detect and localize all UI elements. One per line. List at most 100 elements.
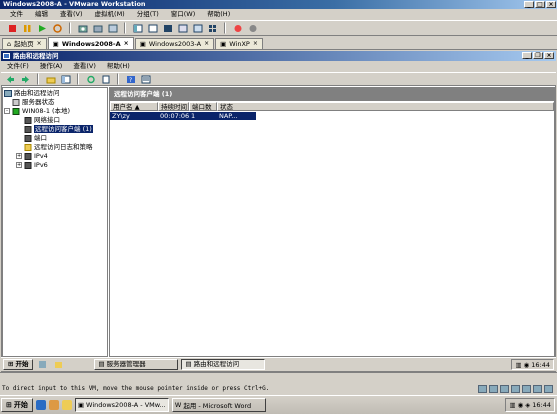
forward-icon[interactable]	[19, 73, 32, 86]
task-server-manager[interactable]: ▤ 服务器管理器	[94, 359, 179, 370]
column-status[interactable]: 状态	[217, 102, 554, 111]
host-clock: 16:44	[532, 401, 551, 409]
sound-device-icon[interactable]	[533, 385, 542, 393]
rras-window-title: 路由和远程访问	[13, 52, 59, 60]
minimize-button[interactable]: _	[524, 1, 534, 8]
thumbnail-view-icon[interactable]	[206, 22, 219, 35]
tab-home[interactable]: ⌂ 起始页 ×	[2, 38, 47, 49]
floppy-device-icon[interactable]	[500, 385, 509, 393]
security-tray-icon[interactable]: ◈	[525, 401, 530, 409]
close-button[interactable]: ×	[546, 1, 556, 8]
guest-close-button[interactable]: ×	[544, 52, 554, 59]
volume-tray-icon[interactable]: ◉	[518, 401, 524, 409]
column-ports[interactable]: 端口数	[189, 102, 217, 111]
maximize-button[interactable]: □	[535, 1, 545, 8]
unity-icon[interactable]	[176, 22, 189, 35]
export-list-icon[interactable]	[99, 73, 112, 86]
quick-launch-ie-icon[interactable]	[35, 400, 46, 410]
tab-windows2008-a[interactable]: ▣ Windows2008-A ×	[47, 37, 134, 49]
column-username[interactable]: 用户名 ▲	[110, 102, 158, 111]
menu-view[interactable]: 查看(V)	[60, 9, 83, 20]
quick-launch-media-icon[interactable]	[48, 400, 59, 410]
expand-toggle[interactable]: +	[16, 153, 22, 159]
guest-taskbar: ⊞ 开始 ▤ 服务器管理器 ▤ 路由和远程访问 ▥ ◉ 16:44	[1, 357, 556, 371]
network-device-icon[interactable]	[511, 385, 520, 393]
host-taskbar: ⊞ 开始 ▣ Windows2008-A - VMw... W 起用 - Mic…	[0, 395, 557, 414]
host-task-vmware[interactable]: ▣ Windows2008-A - VMw...	[74, 398, 169, 412]
menu-team[interactable]: 分组(T)	[137, 9, 159, 20]
tree-item-ipv6[interactable]: + IPv6	[16, 161, 48, 169]
menu-file[interactable]: 文件	[10, 9, 23, 20]
full-screen-icon[interactable]	[161, 22, 174, 35]
tree-item-ipv4[interactable]: + IPv4	[16, 152, 48, 160]
help-icon[interactable]: ?	[124, 73, 137, 86]
menu-view[interactable]: 查看(V)	[73, 61, 96, 72]
power-on-icon[interactable]	[36, 22, 49, 35]
quick-launch-server-manager-icon[interactable]	[36, 358, 49, 371]
table-row[interactable]: ZY\zy 00:07:06 1 NAP...	[110, 112, 256, 120]
guest-clock: 16:44	[531, 360, 550, 369]
tab-close-icon[interactable]: ×	[204, 39, 209, 49]
hdd-device-icon[interactable]	[478, 385, 487, 393]
tab-windows2003-a[interactable]: ▣ Windows2003-A ×	[134, 38, 215, 49]
tree-item-label: 端口	[34, 134, 47, 142]
tab-close-icon[interactable]: ×	[253, 39, 258, 49]
tree-item-server-status[interactable]: 服务器状态	[12, 98, 55, 106]
vmware-icon: ▣	[77, 401, 85, 409]
tab-winxp[interactable]: ▣ WinXP ×	[215, 38, 263, 49]
console-view-icon[interactable]	[191, 22, 204, 35]
ports-icon	[24, 134, 32, 142]
guest-minimize-button[interactable]: _	[522, 52, 532, 59]
host-start-button[interactable]: ⊞ 开始	[1, 398, 33, 412]
menu-vm[interactable]: 虚拟机(M)	[95, 9, 125, 20]
collapse-toggle[interactable]: -	[4, 108, 10, 114]
tree-item-win08-1[interactable]: - WIN08-1 (本地)	[4, 107, 70, 115]
message-log-icon[interactable]	[544, 385, 553, 393]
usb-device-icon[interactable]	[522, 385, 531, 393]
menu-window[interactable]: 窗口(W)	[171, 9, 196, 20]
tab-close-icon[interactable]: ×	[124, 39, 129, 49]
tab-label: Windows2003-A	[148, 40, 202, 48]
refresh-icon[interactable]	[84, 73, 97, 86]
tree-item-network-interfaces[interactable]: 网络接口	[24, 116, 60, 124]
guest-restore-button[interactable]: ❐	[533, 52, 543, 59]
suspend-icon[interactable]	[21, 22, 34, 35]
tree-item-logging-policies[interactable]: 远程访问日志和策略	[24, 143, 93, 151]
tree-item-rras-root[interactable]: 路由和远程访问	[4, 89, 60, 97]
up-folder-icon[interactable]	[44, 73, 57, 86]
menu-help[interactable]: 帮助(H)	[107, 61, 130, 72]
network-icon[interactable]	[231, 22, 244, 35]
menu-help[interactable]: 帮助(H)	[207, 9, 230, 20]
quick-launch-desktop-icon[interactable]	[61, 400, 72, 410]
host-task-word[interactable]: W 起用 - Microsoft Word	[171, 398, 266, 412]
quick-switch-icon[interactable]	[146, 22, 159, 35]
menu-action[interactable]: 操作(A)	[40, 61, 63, 72]
snapshot-manager-icon[interactable]	[106, 22, 119, 35]
vm-input-hint: To direct input to this VM, move the mou…	[2, 385, 270, 392]
network-tray-icon[interactable]: ▥	[509, 401, 515, 409]
sidebar-toggle-icon[interactable]	[131, 22, 144, 35]
volume-tray-icon[interactable]: ◉	[524, 361, 530, 369]
tree-item-ports[interactable]: 端口	[24, 134, 47, 142]
tree-item-remote-access-clients[interactable]: 远程访问客户端 (1)	[24, 125, 93, 133]
snapshot-icon[interactable]	[76, 22, 89, 35]
back-icon[interactable]	[4, 73, 17, 86]
quick-launch-explorer-icon[interactable]	[52, 358, 65, 371]
reset-icon[interactable]	[51, 22, 64, 35]
guest-start-button[interactable]: ⊞ 开始	[3, 359, 34, 370]
devices-icon[interactable]	[246, 22, 259, 35]
show-hide-tree-icon[interactable]	[59, 73, 72, 86]
cell-ports: 1	[191, 112, 196, 120]
network-tray-icon[interactable]: ▥	[515, 361, 521, 369]
revert-snapshot-icon[interactable]	[91, 22, 104, 35]
task-rras[interactable]: ▤ 路由和远程访问	[181, 359, 266, 370]
cdrom-device-icon[interactable]	[489, 385, 498, 393]
menu-file[interactable]: 文件(F)	[7, 61, 29, 72]
tab-close-icon[interactable]: ×	[37, 39, 42, 49]
column-duration[interactable]: 持续时间	[158, 102, 189, 111]
power-off-icon[interactable]	[6, 22, 19, 35]
guest-system-tray: ▥ ◉ 16:44	[511, 359, 554, 370]
menu-edit[interactable]: 编辑	[35, 9, 48, 20]
expand-toggle[interactable]: +	[16, 162, 22, 168]
properties-icon[interactable]	[139, 73, 152, 86]
